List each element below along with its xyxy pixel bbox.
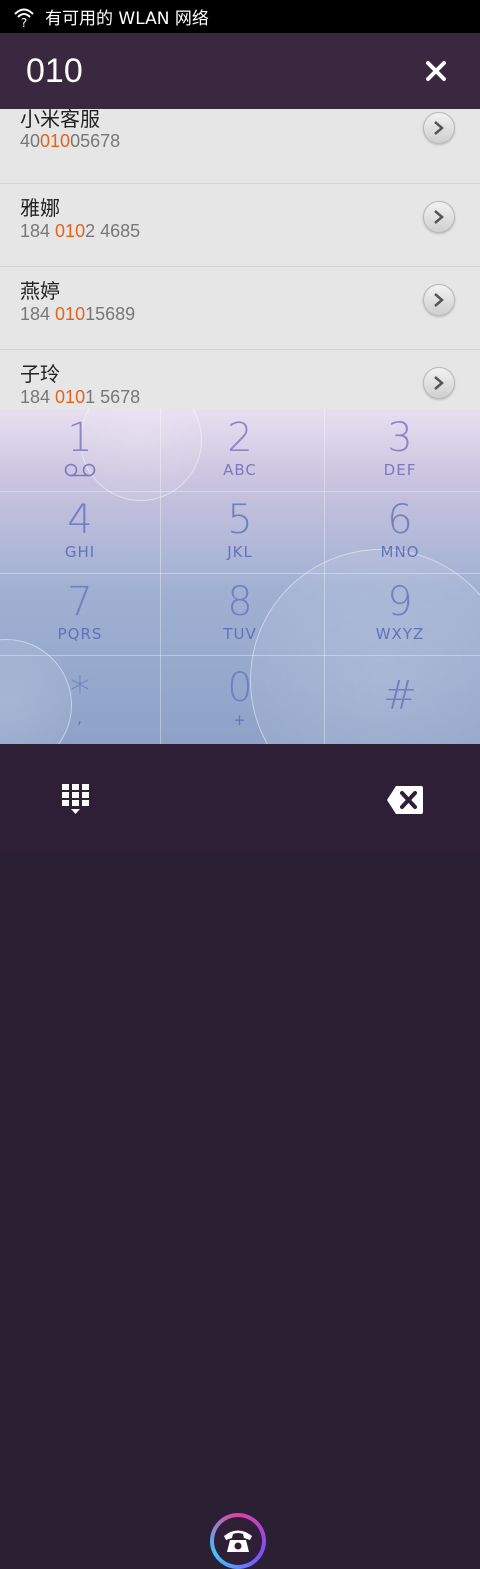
contact-name: 小米客服 <box>20 109 100 131</box>
key-hash[interactable]: # <box>320 655 480 737</box>
chevron-right-icon[interactable] <box>423 284 455 316</box>
contact-name: 子玲 <box>20 362 60 386</box>
dialpad-icon[interactable] <box>58 782 94 818</box>
dial-header: 010 <box>0 33 480 109</box>
close-icon[interactable] <box>420 55 452 87</box>
svg-text:?: ? <box>21 16 27 28</box>
wifi-question-icon: ? <box>13 6 35 28</box>
key-6[interactable]: 6 MNO <box>320 491 480 573</box>
contact-results-list: 小米客服 4001005678 雅娜 184 0102 4685 燕婷 184 … <box>0 109 480 409</box>
key-1[interactable]: 1 <box>0 409 160 491</box>
key-star[interactable]: * , <box>0 655 160 737</box>
key-7[interactable]: 7 PQRS <box>0 573 160 655</box>
contact-number: 184 01015689 <box>20 304 136 324</box>
chevron-right-icon[interactable] <box>423 367 455 399</box>
key-2[interactable]: 2 ABC <box>160 409 320 491</box>
contact-name: 燕婷 <box>20 279 60 303</box>
contact-number: 184 0102 4685 <box>20 221 141 241</box>
list-item[interactable]: 雅娜 184 0102 4685 <box>0 184 480 267</box>
key-5[interactable]: 5 JKL <box>160 491 320 573</box>
dialed-number[interactable]: 010 <box>26 52 83 91</box>
list-item[interactable]: 燕婷 184 01015689 <box>0 267 480 350</box>
key-4[interactable]: 4 GHI <box>0 491 160 573</box>
status-text: 有可用的 WLAN 网络 <box>45 9 209 29</box>
key-0[interactable]: 0 + <box>160 655 320 737</box>
backspace-icon[interactable] <box>385 784 425 816</box>
chevron-right-icon[interactable] <box>423 201 455 233</box>
key-3[interactable]: 3 DEF <box>320 409 480 491</box>
dial-keypad: 1 2 ABC 3 DEF 4 GHI 5 JKL 6 MNO 7 PQRS 8… <box>0 409 480 744</box>
contact-number: 184 0101 5678 <box>20 387 141 407</box>
chevron-right-icon[interactable] <box>423 112 455 144</box>
list-item[interactable]: 子玲 184 0101 5678 <box>0 350 480 409</box>
key-9[interactable]: 9 WXYZ <box>320 573 480 655</box>
status-bar: ? 有可用的 WLAN 网络 <box>0 0 480 33</box>
list-item[interactable]: 小米客服 4001005678 <box>0 109 480 184</box>
dialer-bottom-bar <box>0 744 480 1569</box>
contact-name: 雅娜 <box>20 196 60 220</box>
voicemail-icon <box>0 461 160 481</box>
contact-number: 4001005678 <box>20 131 121 151</box>
key-8[interactable]: 8 TUV <box>160 573 320 655</box>
phone-icon[interactable] <box>210 1513 266 1569</box>
